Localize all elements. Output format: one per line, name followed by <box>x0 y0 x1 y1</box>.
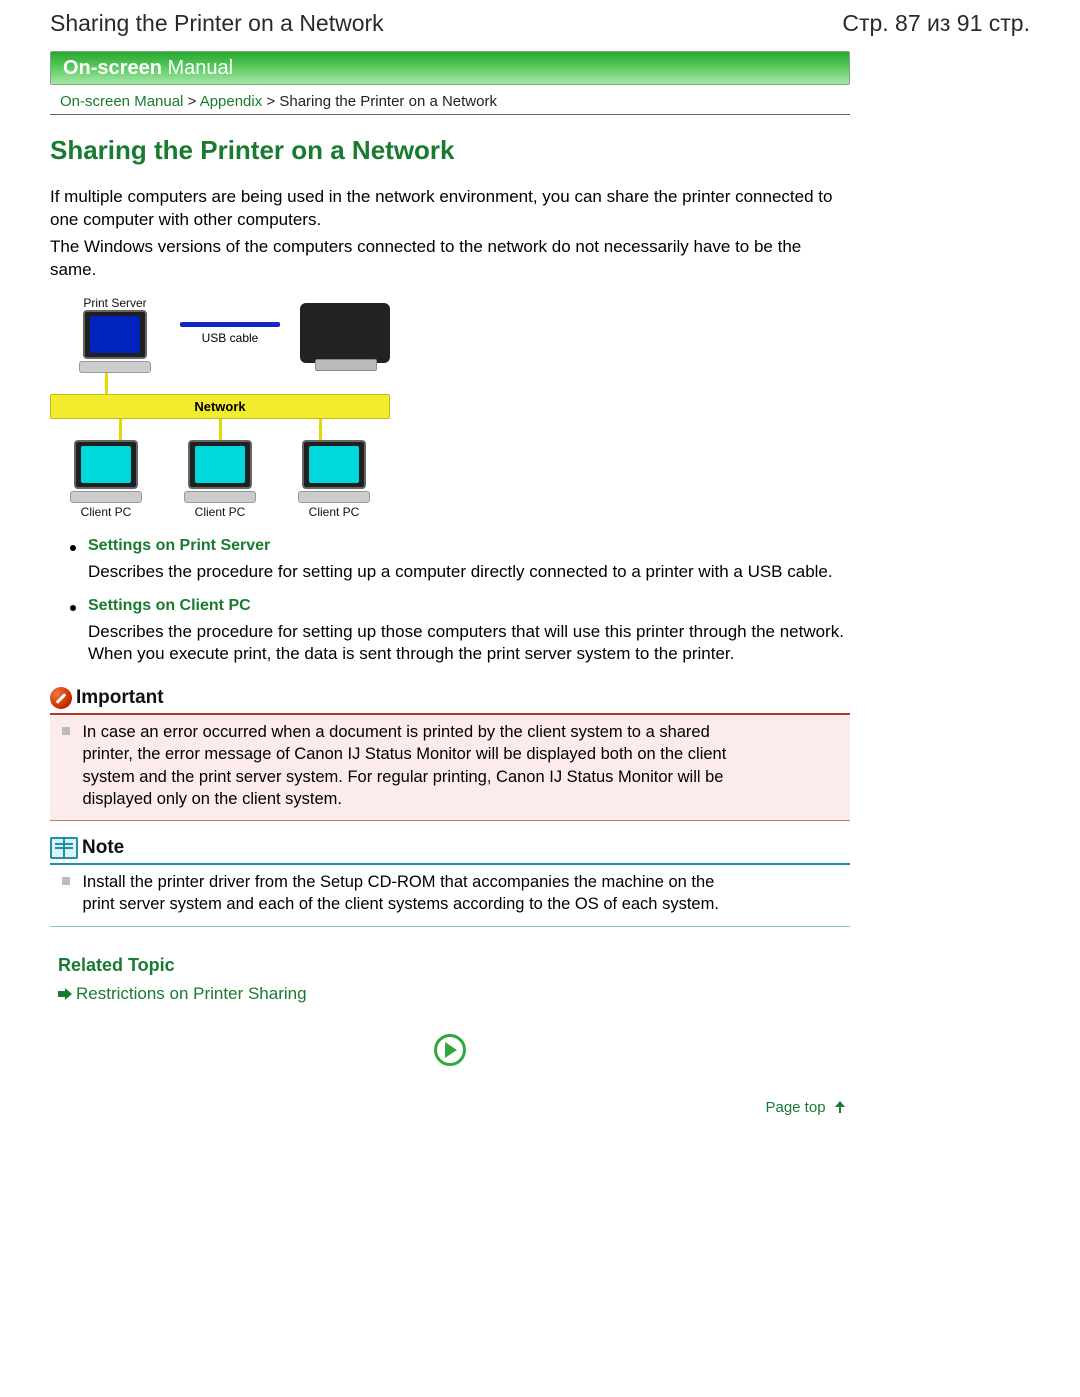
diagram-client-pc: Client PC <box>170 440 270 519</box>
page-header: Sharing the Printer on a Network Стр. 87… <box>0 0 1080 43</box>
breadcrumb: On-screen Manual > Appendix > Sharing th… <box>50 87 850 115</box>
square-bullet-icon <box>62 877 70 885</box>
diagram-label-client: Client PC <box>81 505 132 519</box>
related-topic-title: Related Topic <box>58 955 850 976</box>
breadcrumb-current: Sharing the Printer on a Network <box>279 93 497 110</box>
square-bullet-icon <box>62 727 70 735</box>
note-text: Install the printer driver from the Setu… <box>82 871 742 916</box>
page-counter: Стр. 87 из 91 стр. <box>842 10 1030 37</box>
link-restrictions-printer-sharing[interactable]: Restrictions on Printer Sharing <box>76 984 307 1004</box>
list-item: Settings on Client PC Describes the proc… <box>70 597 850 665</box>
breadcrumb-link-appendix[interactable]: Appendix <box>200 93 263 110</box>
play-button-row <box>50 1034 850 1071</box>
arrow-right-icon <box>58 988 72 1000</box>
important-box: In case an error occurred when a documen… <box>50 713 850 821</box>
settings-desc: Describes the procedure for setting up a… <box>88 561 850 583</box>
diagram-printer <box>300 303 390 363</box>
related-link-row: Restrictions on Printer Sharing <box>58 984 850 1004</box>
breadcrumb-link-onscreen-manual[interactable]: On-screen Manual <box>60 93 183 110</box>
content-column: On-screen Manual On-screen Manual > Appe… <box>50 51 850 1117</box>
bullet-icon <box>70 545 76 551</box>
play-icon[interactable] <box>434 1034 466 1066</box>
settings-desc: Describes the procedure for setting up t… <box>88 621 850 665</box>
intro-paragraph-2: The Windows versions of the computers co… <box>50 236 850 282</box>
link-settings-client-pc[interactable]: Settings on Client PC <box>88 597 251 615</box>
main-title: Sharing the Printer on a Network <box>50 135 850 166</box>
diagram-label-client: Client PC <box>309 505 360 519</box>
manual-banner: On-screen Manual <box>50 51 850 85</box>
list-item: Settings on Print Server Describes the p… <box>70 537 850 583</box>
link-settings-print-server[interactable]: Settings on Print Server <box>88 537 270 555</box>
banner-bold: On-screen <box>63 57 162 79</box>
diagram-label-usb: USB cable <box>202 331 259 345</box>
diagram-label-print-server: Print Server <box>83 296 146 310</box>
banner-thin: Manual <box>162 57 233 79</box>
important-header: Important <box>50 687 850 709</box>
diagram-client-pc: Client PC <box>284 440 384 519</box>
note-icon <box>50 837 78 859</box>
diagram-usb-line <box>180 322 280 327</box>
diagram-client-pc: Client PC <box>56 440 156 519</box>
note-header: Note <box>50 837 850 859</box>
important-label: Important <box>76 687 164 709</box>
diagram-label-client: Client PC <box>195 505 246 519</box>
bullet-icon <box>70 605 76 611</box>
diagram-network-bar: Network <box>50 394 390 419</box>
diagram-print-server: Print Server <box>70 294 160 373</box>
note-label: Note <box>82 837 124 859</box>
note-box: Install the printer driver from the Setu… <box>50 863 850 927</box>
breadcrumb-sep: > <box>188 93 200 110</box>
page-title-small: Sharing the Printer on a Network <box>50 10 384 37</box>
arrow-up-icon[interactable] <box>834 1101 846 1113</box>
important-icon <box>50 687 72 709</box>
network-diagram: Print Server USB cable Network Client PC <box>50 294 390 519</box>
intro-paragraph-1: If multiple computers are being used in … <box>50 186 850 232</box>
page-top-row: Page top <box>50 1099 850 1117</box>
page-top-link[interactable]: Page top <box>765 1099 825 1116</box>
settings-list: Settings on Print Server Describes the p… <box>70 537 850 665</box>
breadcrumb-sep: > <box>266 93 279 110</box>
important-text: In case an error occurred when a documen… <box>82 721 742 810</box>
